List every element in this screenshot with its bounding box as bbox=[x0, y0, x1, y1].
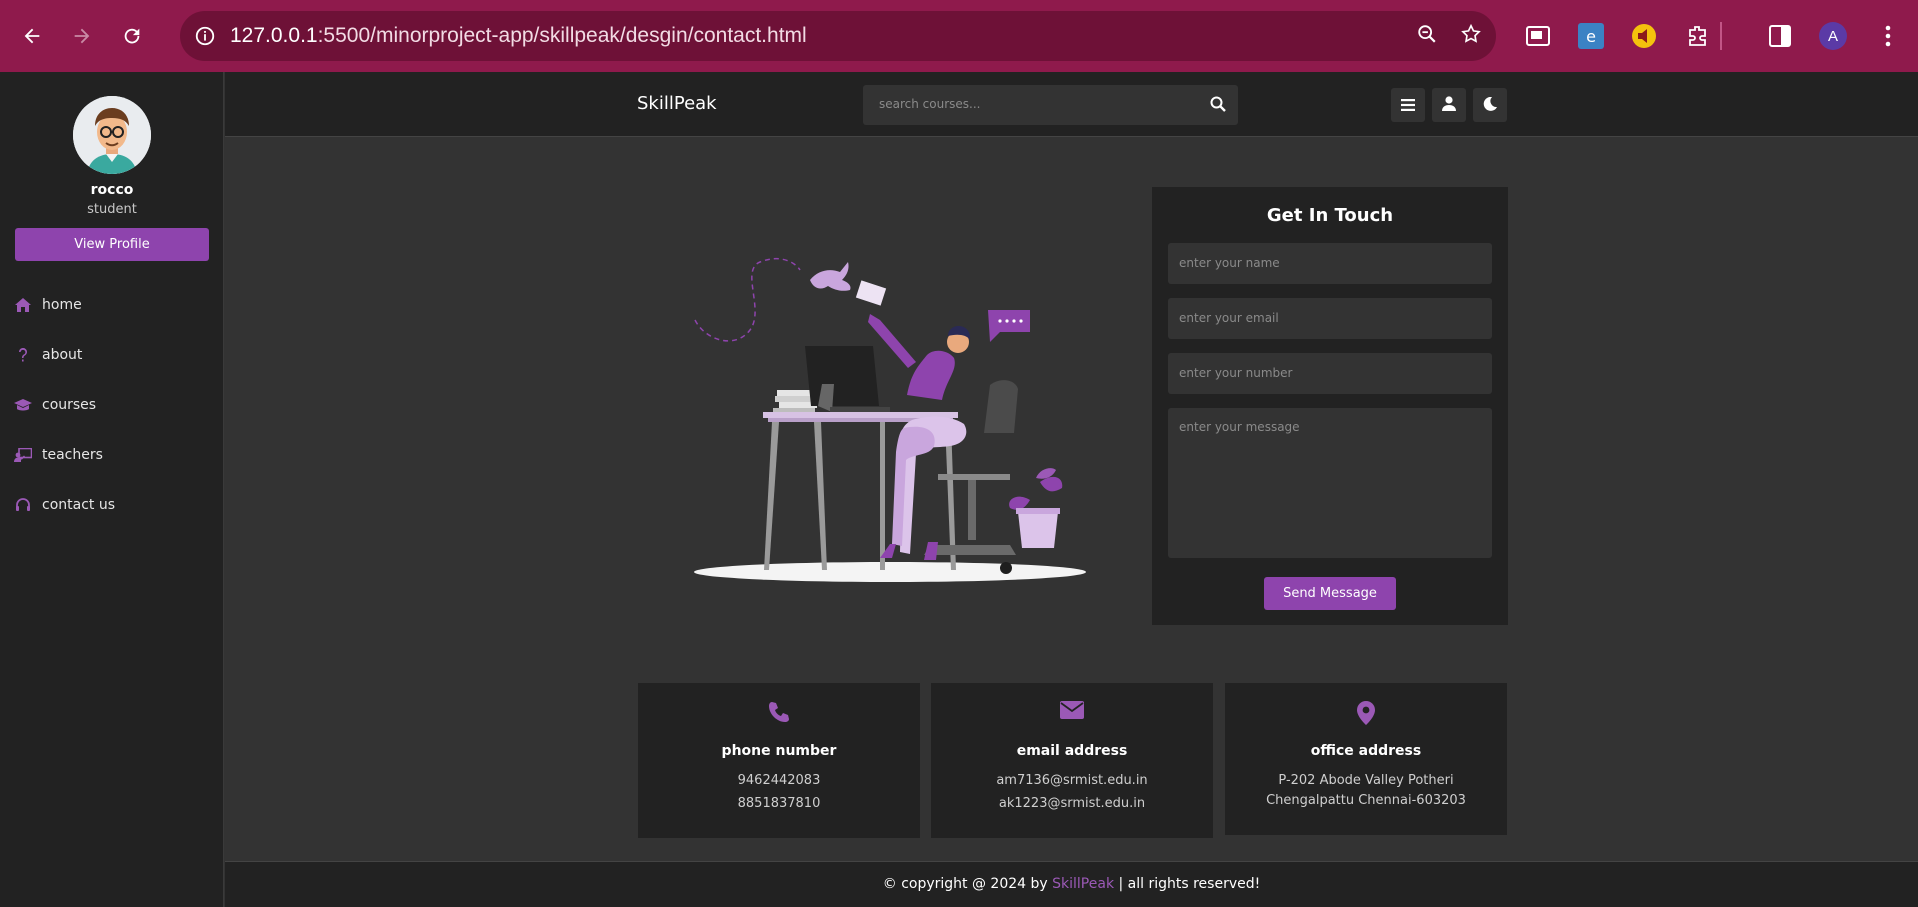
graduation-cap-icon bbox=[14, 398, 32, 412]
site-header: SkillPeak search courses... bbox=[225, 72, 1918, 137]
address-line-2: Chengalpattu Chennai-603203 bbox=[1266, 793, 1466, 808]
profile-role: student bbox=[87, 202, 137, 217]
phone-title: phone number bbox=[721, 743, 837, 759]
sidebar-item-label: contact us bbox=[42, 497, 116, 513]
map-marker-icon bbox=[1225, 701, 1507, 725]
user-icon bbox=[1442, 95, 1456, 115]
avatar bbox=[73, 96, 151, 174]
moon-icon bbox=[1483, 96, 1497, 115]
sidebar-item-label: about bbox=[42, 347, 83, 363]
number-field[interactable]: enter your number bbox=[1168, 353, 1492, 394]
svg-text:e: e bbox=[1586, 27, 1596, 46]
info-icon[interactable] bbox=[180, 25, 230, 47]
site-logo[interactable]: SkillPeak bbox=[637, 93, 717, 114]
search-icon[interactable] bbox=[1210, 96, 1226, 116]
phone-info-box: phone number 9462442083 8851837810 bbox=[638, 683, 920, 838]
email-info-box: email address am7136@srmist.edu.in ak122… bbox=[931, 683, 1213, 838]
user-button[interactable] bbox=[1432, 88, 1466, 122]
profile-name: rocco bbox=[90, 182, 134, 198]
footer-brand-link[interactable]: SkillPeak bbox=[1052, 876, 1114, 892]
phone-line-2[interactable]: 8851837810 bbox=[638, 796, 920, 811]
number-placeholder: enter your number bbox=[1179, 366, 1293, 380]
picture-in-picture-icon[interactable] bbox=[1520, 18, 1556, 54]
sidebar-item-about[interactable]: about bbox=[14, 347, 82, 363]
copyright-prefix: © copyright @ 2024 by bbox=[882, 876, 1053, 892]
address-line-1: P-202 Abode Valley Potheri bbox=[1278, 773, 1454, 788]
url-path: :5500/minorproject-app/skillpeak/desgin/… bbox=[317, 24, 807, 47]
back-icon[interactable] bbox=[14, 18, 50, 54]
url-host: 127.0.0.1 bbox=[230, 24, 318, 47]
kebab-menu-icon[interactable] bbox=[1870, 18, 1906, 54]
email-field[interactable]: enter your email bbox=[1168, 298, 1492, 339]
profile-avatar[interactable]: A bbox=[1815, 18, 1851, 54]
search-input[interactable]: search courses... bbox=[863, 85, 1238, 125]
profile-initial: A bbox=[1819, 22, 1847, 50]
sidebar-item-contact-us[interactable]: contact us bbox=[14, 497, 115, 513]
address-bar[interactable]: 127.0.0.1:5500/minorproject-app/skillpea… bbox=[180, 11, 1496, 61]
star-icon[interactable] bbox=[1460, 23, 1482, 49]
email-line-1[interactable]: am7136@srmist.edu.in bbox=[931, 773, 1213, 788]
sidebar-item-label: home bbox=[42, 297, 82, 313]
home-icon bbox=[14, 298, 32, 312]
message-placeholder: enter your message bbox=[1179, 420, 1300, 434]
audio-extension-icon[interactable] bbox=[1626, 18, 1662, 54]
browser-toolbar: 127.0.0.1:5500/minorproject-app/skillpea… bbox=[0, 0, 1918, 72]
phone-icon bbox=[638, 701, 920, 723]
extension-app-icon[interactable]: e bbox=[1573, 18, 1609, 54]
contact-form: Get In Touch enter your name enter your … bbox=[1152, 187, 1508, 625]
sidebar-item-label: courses bbox=[42, 397, 97, 413]
address-title: office address bbox=[1310, 743, 1422, 759]
address-info-box: office address P-202 Abode Valley Pother… bbox=[1225, 683, 1507, 835]
envelope-icon bbox=[931, 701, 1213, 719]
email-title: email address bbox=[1016, 743, 1128, 759]
forward-icon[interactable] bbox=[64, 18, 100, 54]
side-panel-icon[interactable] bbox=[1762, 18, 1798, 54]
email-line-2[interactable]: ak1223@srmist.edu.in bbox=[931, 796, 1213, 811]
copyright-text: © copyright @ 2024 by SkillPeak | all ri… bbox=[225, 876, 1918, 892]
headset-icon bbox=[14, 497, 32, 513]
copyright-suffix: | all rights reserved! bbox=[1114, 876, 1261, 892]
toolbar-divider bbox=[1720, 22, 1722, 50]
send-message-button[interactable]: Send Message bbox=[1264, 577, 1396, 610]
zoom-out-icon[interactable] bbox=[1416, 23, 1438, 49]
sidebar-item-teachers[interactable]: teachers bbox=[14, 447, 103, 463]
theme-toggle-button[interactable] bbox=[1473, 88, 1507, 122]
bars-icon bbox=[1401, 96, 1415, 115]
name-placeholder: enter your name bbox=[1179, 256, 1280, 270]
menu-button[interactable] bbox=[1391, 88, 1425, 122]
email-placeholder: enter your email bbox=[1179, 311, 1279, 325]
contact-illustration bbox=[690, 250, 1090, 590]
chalkboard-teacher-icon bbox=[14, 448, 32, 462]
sidebar-item-label: teachers bbox=[42, 447, 103, 463]
reload-icon[interactable] bbox=[114, 18, 150, 54]
extension-icon[interactable] bbox=[1680, 18, 1716, 54]
url-text: 127.0.0.1:5500/minorproject-app/skillpea… bbox=[230, 24, 807, 48]
sidebar: rocco student View Profile home about co… bbox=[0, 72, 224, 907]
site-footer: © copyright @ 2024 by SkillPeak | all ri… bbox=[225, 861, 1918, 907]
message-field[interactable]: enter your message bbox=[1168, 408, 1492, 558]
view-profile-button[interactable]: View Profile bbox=[15, 228, 209, 261]
sidebar-item-courses[interactable]: courses bbox=[14, 397, 96, 413]
question-icon bbox=[14, 348, 32, 362]
contact-title: Get In Touch bbox=[1266, 205, 1394, 226]
search-placeholder: search courses... bbox=[879, 97, 981, 111]
phone-line-1[interactable]: 9462442083 bbox=[638, 773, 920, 788]
sidebar-item-home[interactable]: home bbox=[14, 297, 82, 313]
name-field[interactable]: enter your name bbox=[1168, 243, 1492, 284]
